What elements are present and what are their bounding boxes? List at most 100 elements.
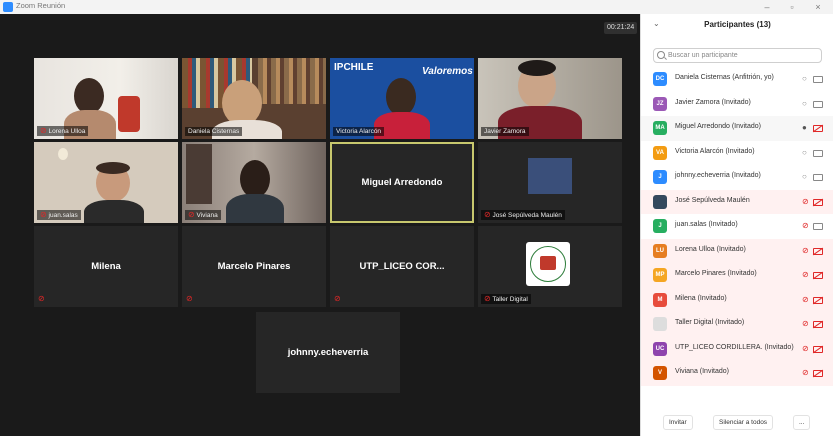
tile-name-label: ⊘ Taller Digital bbox=[481, 294, 531, 304]
video-off-icon[interactable] bbox=[813, 321, 823, 328]
tile-center-name: Marcelo Pinares bbox=[217, 261, 291, 272]
video-icon[interactable] bbox=[813, 76, 823, 83]
participant-name: Lorena Ulloa (Invitado) bbox=[675, 245, 746, 253]
tile-name-label: ⊘ José Sepúlveda Maulén bbox=[481, 210, 565, 220]
mic-icon[interactable]: ○ bbox=[802, 74, 807, 83]
video-tile-milena[interactable]: Milena ⊘ bbox=[34, 226, 178, 307]
avatar: LU bbox=[653, 243, 667, 258]
muted-mic-icon[interactable]: ⊘ bbox=[802, 246, 809, 255]
participant-row[interactable]: LU Lorena Ulloa (Invitado) ⊘ bbox=[641, 238, 833, 263]
panel-footer: Invitar Silenciar a todos ... bbox=[641, 406, 833, 436]
video-tile-miguel-active-speaker[interactable]: Miguel Arredondo bbox=[330, 142, 474, 223]
avatar: UC bbox=[653, 341, 667, 356]
avatar: M bbox=[653, 292, 667, 307]
muted-mic-icon[interactable]: ⊘ bbox=[802, 295, 809, 304]
video-tile-johnny[interactable]: johnny.echeverria bbox=[256, 312, 400, 393]
participant-search-input[interactable]: Buscar un participante bbox=[653, 48, 822, 63]
avatar: MP bbox=[653, 268, 667, 282]
video-icon[interactable] bbox=[813, 223, 823, 230]
video-icon[interactable] bbox=[813, 100, 823, 108]
participant-row[interactable]: M Milena (Invitado) ⊘ bbox=[641, 287, 833, 312]
participant-row[interactable]: V Viviana (Invitado) ⊘ bbox=[641, 361, 833, 386]
participant-name: Victoria Alarcón (Invitado) bbox=[675, 147, 755, 155]
mic-icon[interactable]: ○ bbox=[802, 148, 807, 157]
more-options-button[interactable]: ... bbox=[793, 415, 811, 430]
muted-mic-icon: ⊘ bbox=[186, 294, 193, 303]
minimize-button[interactable]: – bbox=[756, 0, 778, 14]
video-tile-victoria[interactable]: IPCHILE Valoremos Victoria Alarcón bbox=[330, 58, 474, 139]
muted-mic-icon[interactable]: ⊘ bbox=[802, 197, 809, 206]
participant-name: Taller Digital (Invitado) bbox=[675, 319, 745, 326]
video-tile-utp-liceo[interactable]: UTP_LICEO COR... ⊘ bbox=[330, 226, 474, 307]
video-off-icon[interactable] bbox=[813, 296, 823, 304]
muted-mic-icon: ⊘ bbox=[334, 294, 341, 303]
muted-mic-icon[interactable]: ⊘ bbox=[802, 344, 809, 353]
participant-row[interactable]: MA Miguel Arredondo (Invitado) ● bbox=[641, 116, 833, 141]
video-tile-juan[interactable]: ⊘ juan.salas bbox=[34, 142, 178, 223]
tile-name-label: ⊘ Viviana bbox=[185, 210, 221, 220]
muted-mic-icon[interactable]: ⊘ bbox=[802, 368, 809, 377]
video-off-icon[interactable] bbox=[813, 370, 823, 377]
video-off-icon[interactable] bbox=[813, 198, 823, 206]
mic-icon[interactable]: ○ bbox=[802, 172, 807, 181]
participant-row[interactable]: UC UTP_LICEO CORDILLERA. (Invitado) ⊘ bbox=[641, 336, 833, 361]
video-tile-javier[interactable]: Javier Zamora bbox=[478, 58, 622, 139]
participant-row[interactable]: VA Victoria Alarcón (Invitado) ○ bbox=[641, 141, 833, 166]
video-tile-jose[interactable]: ⊘ José Sepúlveda Maulén bbox=[478, 142, 622, 223]
participant-row[interactable]: DC Daniela Cisternas (Anfitrión, yo) ○ bbox=[641, 67, 833, 92]
invite-button[interactable]: Invitar bbox=[663, 415, 693, 430]
participant-name: Milena (Invitado) bbox=[675, 294, 727, 302]
school-logo bbox=[526, 242, 570, 286]
video-tile-viviana[interactable]: ⊘ Viviana bbox=[182, 142, 326, 223]
meeting-timer: 00:21:24 bbox=[604, 22, 638, 34]
participant-row[interactable]: Jjuan.salas (Invitado) ⊘ bbox=[641, 214, 833, 239]
tile-center-name: Miguel Arredondo bbox=[361, 177, 443, 188]
zoom-app-icon bbox=[3, 2, 13, 12]
panel-title: Participantes (13) bbox=[704, 20, 771, 29]
participants-panel: ⌄ Participantes (13) Buscar un participa… bbox=[640, 14, 833, 436]
title-bar: Zoom Reunión – ▫ × bbox=[0, 0, 833, 14]
tile-center-name: Milena bbox=[91, 261, 121, 272]
participant-name: UTP_LICEO CORDILLERA. (Invitado) bbox=[675, 343, 794, 351]
avatar: J bbox=[653, 219, 667, 233]
avatar: DC bbox=[653, 72, 667, 86]
profile-picture bbox=[528, 158, 572, 194]
close-button[interactable]: × bbox=[807, 0, 829, 14]
participant-row[interactable]: José Sepúlveda Maulén ⊘ bbox=[641, 189, 833, 214]
participant-row[interactable]: JZ Javier Zamora (Invitado) ○ bbox=[641, 92, 833, 117]
muted-mic-icon: ⊘ bbox=[38, 294, 45, 303]
video-icon[interactable] bbox=[813, 174, 823, 181]
video-off-icon[interactable] bbox=[813, 247, 823, 255]
video-off-icon[interactable] bbox=[813, 272, 823, 279]
avatar: V bbox=[653, 366, 667, 380]
participant-name: Miguel Arredondo (Invitado) bbox=[675, 123, 761, 130]
search-placeholder: Buscar un participante bbox=[668, 52, 738, 59]
tile-name-label: Daniela Cisternas bbox=[185, 127, 243, 136]
avatar: J bbox=[653, 170, 667, 184]
video-tile-taller-digital[interactable]: ⊘ Taller Digital bbox=[478, 226, 622, 307]
maximize-button[interactable]: ▫ bbox=[781, 0, 803, 14]
mic-icon[interactable]: ● bbox=[802, 123, 807, 132]
video-tile-marcelo[interactable]: Marcelo Pinares ⊘ bbox=[182, 226, 326, 307]
muted-mic-icon[interactable]: ⊘ bbox=[802, 319, 809, 328]
video-tile-lorena[interactable]: ⊘ Lorena Ulloa bbox=[34, 58, 178, 139]
video-off-icon[interactable] bbox=[813, 345, 823, 353]
window-title: Zoom Reunión bbox=[16, 1, 66, 10]
video-tile-daniela[interactable]: Daniela Cisternas bbox=[182, 58, 326, 139]
tile-name-label: Victoria Alarcón bbox=[333, 127, 385, 136]
muted-mic-icon: ⊘ bbox=[188, 210, 195, 219]
avatar bbox=[653, 317, 667, 331]
video-icon[interactable] bbox=[813, 149, 823, 157]
participant-row[interactable]: Jjohnny.echeverria (Invitado) ○ bbox=[641, 165, 833, 190]
tile-name-label: ⊘ Lorena Ulloa bbox=[37, 126, 89, 136]
participant-name: juan.salas (Invitado) bbox=[675, 221, 738, 228]
mute-all-button[interactable]: Silenciar a todos bbox=[713, 415, 774, 430]
muted-mic-icon[interactable]: ⊘ bbox=[802, 221, 809, 230]
muted-mic-icon[interactable]: ⊘ bbox=[802, 270, 809, 279]
video-off-icon[interactable] bbox=[813, 125, 823, 132]
participant-name: Viviana (Invitado) bbox=[675, 368, 729, 375]
participant-row[interactable]: Taller Digital (Invitado) ⊘ bbox=[641, 312, 833, 337]
mic-icon[interactable]: ○ bbox=[802, 99, 807, 108]
participant-name: José Sepúlveda Maulén bbox=[675, 196, 750, 204]
participant-row[interactable]: MP Marcelo Pinares (Invitado) ⊘ bbox=[641, 263, 833, 288]
